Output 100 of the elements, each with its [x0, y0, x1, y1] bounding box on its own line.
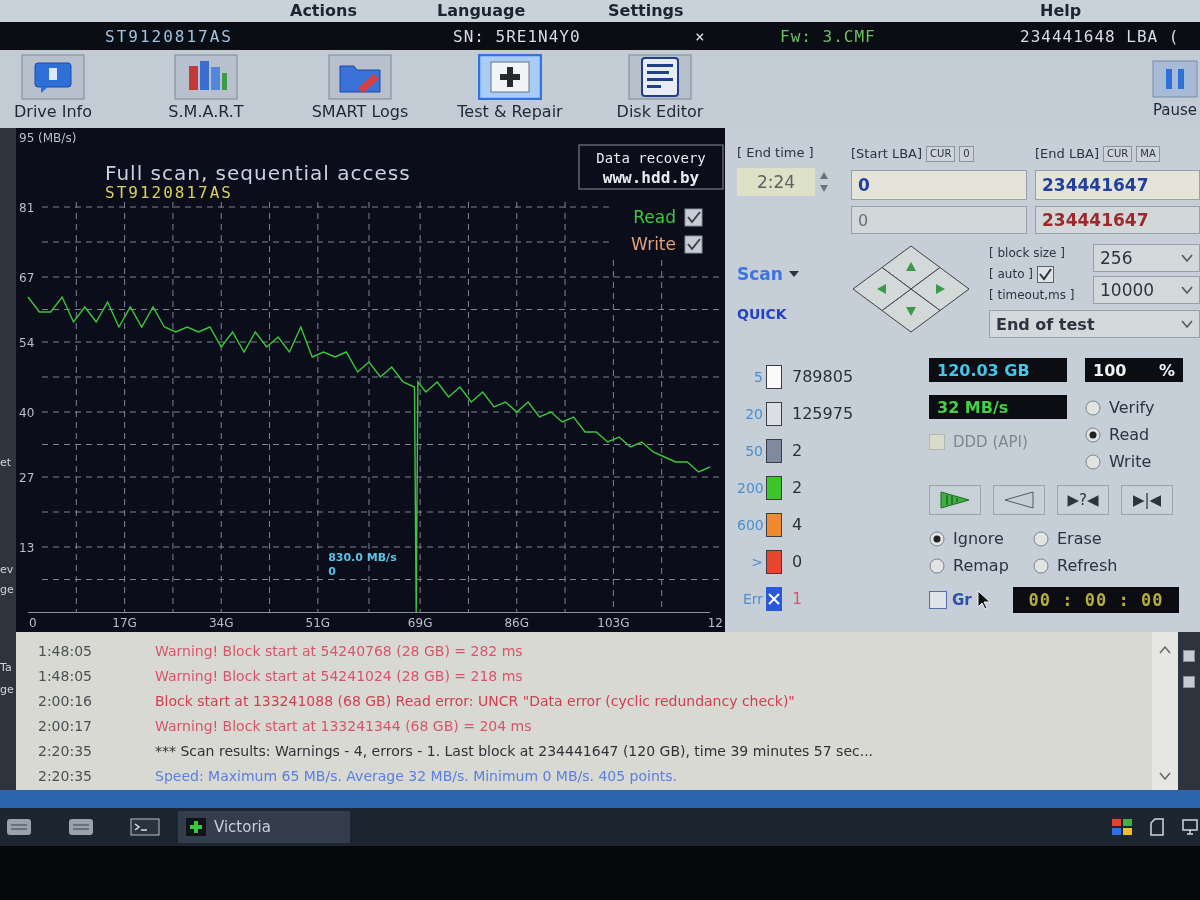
lba-button[interactable]: CUR — [1103, 146, 1133, 162]
lba-count: 234441648 LBA ( — [1020, 26, 1180, 46]
radio-button[interactable] — [929, 530, 945, 547]
legend-label: Write — [631, 234, 676, 254]
legend-label: Read — [633, 207, 676, 227]
seek-button[interactable]: ▶?◀ — [1057, 485, 1109, 515]
down-button[interactable] — [881, 288, 941, 333]
seek-button[interactable]: ▶|◀ — [1121, 485, 1173, 515]
toolbar-button[interactable]: S.M.A.R.T — [136, 54, 276, 122]
toolbar-button[interactable]: Test & Repair — [440, 54, 580, 122]
end-lba-field[interactable]: 234441647 — [1035, 170, 1200, 200]
axis-label: 67 — [19, 271, 35, 285]
quick-button[interactable]: QUICK — [737, 306, 787, 322]
flag-icon[interactable] — [1112, 819, 1132, 835]
current-end-lba-field[interactable]: 234441647 — [1035, 206, 1200, 234]
toolbar-button[interactable]: Drive Info — [0, 54, 106, 122]
window-icon[interactable] — [6, 818, 32, 836]
timeout-dropdown[interactable]: 10000 — [1093, 276, 1200, 304]
block-count: 1 — [792, 589, 803, 608]
radio-button[interactable] — [929, 557, 945, 574]
radio-button[interactable] — [1085, 453, 1101, 470]
radio-button[interactable] — [1033, 530, 1049, 547]
axis-label: 0 — [29, 616, 37, 630]
menu-item[interactable]: Language — [437, 1, 526, 21]
axis-label: 95 (MB/s) — [19, 131, 77, 145]
up-button[interactable] — [881, 245, 941, 290]
pause-button[interactable]: Pause — [1150, 54, 1200, 120]
spinner-icon[interactable] — [819, 171, 829, 193]
end-time-field[interactable]: 2:24 — [737, 168, 815, 196]
radio-button[interactable] — [1033, 557, 1049, 574]
radio-label: Refresh — [1057, 556, 1118, 575]
start-button[interactable] — [929, 485, 981, 515]
axis-label: 34G — [208, 616, 234, 630]
scroll-down-icon[interactable] — [1159, 772, 1171, 780]
latency-label: Err — [741, 590, 763, 607]
triangle-down-icon — [906, 307, 916, 316]
log-message: *** Scan results: Warnings - 4, errors - 1. Last block at 234441647 (120 GB), time 39 minutes 57 sec... — [155, 742, 874, 759]
log-time: 2:20:35 — [38, 767, 93, 784]
latency-label: 50 — [744, 442, 763, 459]
text-fragment: ge — [0, 582, 15, 598]
start-lba-label: [Start LBA] — [851, 145, 923, 163]
auto-checkbox[interactable] — [1037, 265, 1054, 283]
percent-sign: % — [1158, 360, 1175, 380]
terminal-icon[interactable] — [130, 818, 160, 836]
radio-button[interactable] — [1085, 399, 1101, 416]
block-count: 789805 — [792, 367, 854, 386]
menu-item[interactable]: Help — [1040, 1, 1082, 21]
timer-display: 00 : 00 : 00 — [1013, 587, 1179, 613]
cut-axis-label: 12 — [707, 616, 723, 630]
right-button[interactable] — [910, 267, 970, 311]
chevron-down-icon — [1181, 286, 1193, 294]
log-message: Speed: Maximum 65 MB/s. Average 32 MB/s. Minimum 0 MB/s. 405 points. — [155, 767, 678, 784]
latency-label: 20 — [744, 405, 763, 422]
end-action-dropdown[interactable]: End of test — [989, 310, 1200, 338]
lba-button[interactable]: MA — [1136, 146, 1160, 162]
legend-checkbox[interactable] — [684, 208, 703, 227]
radio-label: Write — [1109, 452, 1152, 471]
lba-button[interactable]: 0 — [959, 146, 974, 162]
latency-label: 200 — [737, 479, 763, 496]
taskbar-app-button[interactable]: Victoria — [178, 811, 350, 843]
radio-button[interactable] — [1085, 426, 1101, 443]
scrollbar[interactable] — [1152, 632, 1178, 790]
serial-number: SN: 5RE1N4Y0 — [453, 26, 581, 46]
radio-label: Erase — [1057, 529, 1102, 548]
chart-title: Full scan, sequential access — [105, 161, 411, 185]
block-count: 4 — [792, 515, 803, 534]
reverse-button[interactable] — [993, 485, 1045, 515]
sd-card-icon[interactable] — [1150, 818, 1164, 836]
current-lba-field[interactable]: 0 — [851, 206, 1027, 234]
toolbar-button[interactable]: Disk Editor — [590, 54, 730, 122]
radio-label: Read — [1109, 425, 1150, 444]
menu-item[interactable]: Actions — [290, 1, 357, 21]
triangle-right-icon — [936, 284, 945, 294]
triangle-left-icon — [877, 284, 886, 294]
axis-label: 17G — [112, 616, 137, 630]
radio-label: Remap — [953, 556, 1009, 575]
lba-button[interactable]: CUR — [926, 146, 956, 162]
scroll-up-icon[interactable] — [1159, 646, 1171, 654]
block-count: 0 — [792, 552, 803, 571]
axis-label: 40 — [19, 406, 35, 420]
speed-display: 32 MB/s — [929, 395, 1067, 419]
timeout-label: [ timeout,ms ] — [989, 287, 1076, 304]
log-time: 2:00:16 — [38, 692, 93, 709]
text-fragment: Ta — [0, 660, 13, 676]
monitor-icon[interactable] — [1182, 819, 1198, 835]
badge-text: Data recovery — [596, 150, 706, 166]
start-lba-field[interactable]: 0 — [851, 170, 1027, 200]
log-time: 2:00:17 — [38, 717, 93, 734]
window-icon[interactable] — [68, 818, 94, 836]
legend-checkbox[interactable] — [684, 235, 703, 254]
block-size-dropdown[interactable]: 256 — [1093, 244, 1200, 272]
toolbar-button[interactable]: SMART Logs — [290, 54, 430, 122]
axis-label: 13 — [19, 541, 35, 555]
latency-label: 600 — [737, 516, 763, 533]
left-button[interactable] — [852, 267, 912, 311]
close-button[interactable]: × — [693, 26, 707, 46]
grid-label: Gr — [952, 591, 972, 609]
grid-checkbox[interactable] — [929, 591, 947, 609]
menu-item[interactable]: Settings — [608, 1, 684, 21]
text-fragment: ev — [0, 562, 15, 578]
